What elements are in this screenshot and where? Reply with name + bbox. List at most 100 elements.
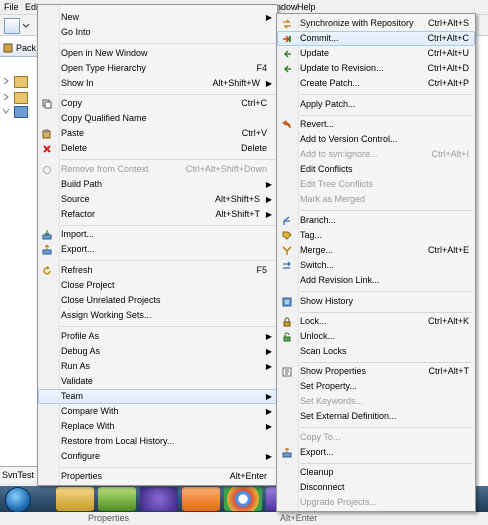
menu-item-add-svn-ignore[interactable]: Add to svn:ignore... Ctrl+Alt+I bbox=[277, 147, 475, 162]
menu-item-show-in[interactable]: Show In Alt+Shift+W ▶ bbox=[38, 76, 277, 91]
copy-icon bbox=[42, 99, 52, 109]
menu-item-copy-qualified-name[interactable]: Copy Qualified Name bbox=[38, 111, 277, 126]
menu-separator bbox=[300, 94, 473, 95]
submenu-arrow-icon: ▶ bbox=[265, 452, 272, 461]
chrome-icon[interactable] bbox=[224, 487, 262, 511]
menu-item-configure[interactable]: Configure ▶ bbox=[38, 449, 277, 464]
submenu-arrow-icon: ▶ bbox=[265, 362, 272, 371]
menu-item-close-unrelated-projects[interactable]: Close Unrelated Projects bbox=[38, 293, 277, 308]
menu-item-copy-to[interactable]: Copy To... bbox=[277, 430, 475, 445]
menu-file[interactable]: File bbox=[4, 2, 19, 12]
menu-item-close-project[interactable]: Close Project bbox=[38, 278, 277, 293]
menu-item-show-properties[interactable]: Show Properties Ctrl+Alt+T bbox=[277, 364, 475, 379]
menu-item-export[interactable]: Export... bbox=[38, 242, 277, 257]
menu-item-revert[interactable]: Revert... bbox=[277, 117, 475, 132]
menu-item-paste[interactable]: Paste Ctrl+V bbox=[38, 126, 277, 141]
menu-item-refactor[interactable]: Refactor Alt+Shift+T ▶ bbox=[38, 207, 277, 222]
eclipse-icon[interactable] bbox=[140, 487, 178, 511]
menu-item-update[interactable]: Update Ctrl+Alt+U bbox=[277, 46, 475, 61]
menu-item-compare-with[interactable]: Compare With ▶ bbox=[38, 404, 277, 419]
menu-item-properties[interactable]: Properties Alt+Enter bbox=[38, 469, 277, 484]
menu-item-export[interactable]: Export... bbox=[277, 445, 475, 460]
menu-item-open-type-hierarchy[interactable]: Open Type Hierarchy F4 bbox=[38, 61, 277, 76]
menu-item-unlock[interactable]: Unlock... bbox=[277, 329, 475, 344]
menu-item-go-into[interactable]: Go Into bbox=[38, 25, 277, 40]
chevron-down-icon[interactable] bbox=[22, 18, 30, 32]
green-app-icon[interactable] bbox=[98, 487, 136, 511]
properties-icon bbox=[282, 367, 292, 377]
menu-item-commit[interactable]: Commit... Ctrl+Alt+C bbox=[277, 31, 475, 46]
menu-item-upgrade-projects[interactable]: Upgrade Projects... bbox=[277, 495, 475, 510]
file-explorer-icon[interactable] bbox=[56, 487, 94, 511]
paste-icon bbox=[42, 129, 51, 139]
menu-item-replace-with[interactable]: Replace With ▶ bbox=[38, 419, 277, 434]
start-button-icon[interactable] bbox=[5, 487, 31, 513]
menu-item-team[interactable]: Team ▶ bbox=[38, 389, 277, 404]
package-explorer-panel: Pack bbox=[0, 36, 39, 493]
menu-item-add-revision-link[interactable]: Add Revision Link... bbox=[277, 273, 475, 288]
new-wizard-icon[interactable] bbox=[4, 18, 20, 34]
export-icon bbox=[282, 448, 292, 458]
menu-item-delete[interactable]: Delete Delete bbox=[38, 141, 277, 156]
history-icon bbox=[282, 297, 292, 307]
menu-item-mark-as-merged[interactable]: Mark as Merged bbox=[277, 192, 475, 207]
menu-help[interactable]: Help bbox=[297, 2, 316, 12]
menu-separator bbox=[300, 210, 473, 211]
menu-item-cleanup[interactable]: Cleanup bbox=[277, 465, 475, 480]
menu-item-edit-tree-conflicts[interactable]: Edit Tree Conflicts bbox=[277, 177, 475, 192]
project-folder-icon[interactable] bbox=[14, 92, 28, 104]
tree-collapse-icon[interactable] bbox=[2, 106, 10, 116]
tree-expand-icon[interactable] bbox=[2, 92, 10, 102]
menu-item-merge[interactable]: Merge... Ctrl+Alt+E bbox=[277, 243, 475, 258]
menu-item-copy[interactable]: Copy Ctrl+C bbox=[38, 96, 277, 111]
menu-item-add-version-control[interactable]: Add to Version Control... bbox=[277, 132, 475, 147]
submenu-arrow-icon: ▶ bbox=[265, 210, 272, 219]
menu-item-update-to-revision[interactable]: Update to Revision... Ctrl+Alt+D bbox=[277, 61, 475, 76]
menu-item-show-history[interactable]: Show History bbox=[277, 294, 475, 309]
menu-separator bbox=[300, 427, 473, 428]
menu-item-debug-as[interactable]: Debug As ▶ bbox=[38, 344, 277, 359]
menu-item-edit-conflicts[interactable]: Edit Conflicts bbox=[277, 162, 475, 177]
menu-item-restore-local-history[interactable]: Restore from Local History... bbox=[38, 434, 277, 449]
menu-separator bbox=[61, 467, 275, 468]
menu-separator bbox=[300, 463, 473, 464]
menu-item-refresh[interactable]: Refresh F5 bbox=[38, 263, 277, 278]
menu-item-validate[interactable]: Validate bbox=[38, 374, 277, 389]
menu-item-disconnect[interactable]: Disconnect bbox=[277, 480, 475, 495]
menu-item-lock[interactable]: Lock... Ctrl+Alt+K bbox=[277, 314, 475, 329]
menu-item-scan-locks[interactable]: Scan Locks bbox=[277, 344, 475, 359]
menu-item-set-keywords[interactable]: Set Keywords... bbox=[277, 394, 475, 409]
synchronize-icon bbox=[283, 19, 291, 29]
menu-item-synchronize[interactable]: Synchronize with Repository Ctrl+Alt+S bbox=[277, 16, 475, 31]
menu-item-tag[interactable]: Tag... bbox=[277, 228, 475, 243]
menu-item-branch[interactable]: Branch... bbox=[277, 213, 475, 228]
selected-project-icon[interactable] bbox=[14, 106, 28, 118]
settings-app-icon[interactable] bbox=[182, 487, 220, 511]
menu-item-remove-from-context[interactable]: Remove from Context Ctrl+Alt+Shift+Down bbox=[38, 162, 277, 177]
menu-item-build-path[interactable]: Build Path ▶ bbox=[38, 177, 277, 192]
menu-item-switch[interactable]: Switch... bbox=[277, 258, 475, 273]
menu-item-assign-working-sets[interactable]: Assign Working Sets... bbox=[38, 308, 277, 323]
commit-icon bbox=[283, 35, 291, 43]
menu-item-open-new-window[interactable]: Open in New Window bbox=[38, 46, 277, 61]
menu-item-create-patch[interactable]: Create Patch... Ctrl+Alt+P bbox=[277, 76, 475, 91]
tree-expand-icon[interactable] bbox=[2, 76, 10, 86]
menu-item-source[interactable]: Source Alt+Shift+S ▶ bbox=[38, 192, 277, 207]
menu-window[interactable]: ndow bbox=[276, 2, 298, 12]
menu-item-new[interactable]: New ▶ bbox=[38, 10, 277, 25]
refresh-icon bbox=[43, 266, 51, 275]
package-explorer-tab[interactable]: Pack bbox=[0, 40, 38, 57]
context-menu: New ▶ Go Into Open in New Window Open Typ… bbox=[37, 4, 278, 486]
menu-item-profile-as[interactable]: Profile As ▶ bbox=[38, 329, 277, 344]
menu-item-set-external-definition[interactable]: Set External Definition... bbox=[277, 409, 475, 424]
update-revision-icon bbox=[283, 65, 291, 73]
team-submenu: Synchronize with Repository Ctrl+Alt+S Co… bbox=[276, 13, 476, 512]
menu-item-run-as[interactable]: Run As ▶ bbox=[38, 359, 277, 374]
project-folder-icon[interactable] bbox=[14, 76, 28, 88]
tag-icon bbox=[282, 231, 292, 240]
submenu-arrow-icon: ▶ bbox=[265, 332, 272, 341]
merge-icon bbox=[282, 246, 292, 255]
menu-item-apply-patch[interactable]: Apply Patch... bbox=[277, 97, 475, 112]
menu-item-import[interactable]: Import... bbox=[38, 227, 277, 242]
menu-item-set-property[interactable]: Set Property... bbox=[277, 379, 475, 394]
